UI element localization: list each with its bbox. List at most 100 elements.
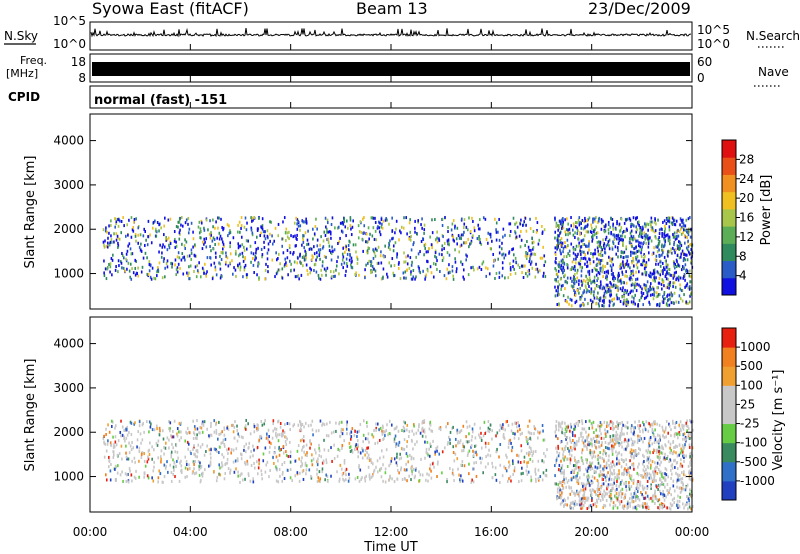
data-point <box>508 222 511 226</box>
data-point <box>143 430 145 434</box>
data-point <box>665 419 668 423</box>
data-point <box>325 269 327 273</box>
data-point <box>234 420 236 424</box>
data-point <box>680 458 682 462</box>
data-point <box>443 247 445 251</box>
data-point <box>642 440 644 444</box>
data-point <box>250 463 253 467</box>
data-point <box>475 461 478 465</box>
data-point <box>116 453 119 457</box>
data-point <box>667 492 669 496</box>
data-point <box>565 255 568 259</box>
data-point <box>122 479 124 483</box>
data-point <box>417 219 420 223</box>
data-point <box>358 429 360 433</box>
data-point <box>321 470 324 474</box>
data-point <box>406 423 409 427</box>
data-point <box>505 453 507 457</box>
data-point <box>109 270 111 274</box>
data-point <box>472 219 474 223</box>
data-point <box>452 274 454 278</box>
data-point <box>144 251 147 255</box>
data-point <box>527 430 530 434</box>
data-point <box>635 225 637 229</box>
data-point <box>319 257 321 261</box>
data-point <box>586 435 588 439</box>
data-point <box>600 221 603 225</box>
data-point <box>635 239 637 243</box>
data-point <box>576 268 579 272</box>
data-point <box>203 420 206 424</box>
data-point <box>682 487 685 491</box>
data-point <box>639 430 641 434</box>
data-point <box>480 268 483 272</box>
data-point <box>570 441 573 445</box>
data-point <box>156 221 159 225</box>
data-point <box>341 473 344 477</box>
data-point <box>591 268 594 272</box>
data-point <box>205 274 207 278</box>
data-point <box>175 444 178 448</box>
data-point <box>429 463 432 467</box>
data-point <box>423 223 426 227</box>
data-point <box>329 232 332 236</box>
data-point <box>594 440 596 444</box>
data-point <box>400 456 403 460</box>
data-point <box>108 231 110 235</box>
data-point <box>578 241 580 245</box>
data-point <box>180 223 182 227</box>
data-point <box>658 457 661 461</box>
data-point <box>611 257 613 261</box>
data-point <box>367 437 369 441</box>
data-point <box>677 275 680 279</box>
data-point <box>240 452 242 456</box>
data-point <box>574 273 576 277</box>
data-point <box>267 242 270 246</box>
data-point <box>479 456 481 460</box>
data-point <box>584 280 587 284</box>
data-point <box>253 430 256 434</box>
data-point <box>157 480 159 484</box>
data-point <box>588 248 590 252</box>
data-point <box>631 463 633 467</box>
data-point <box>240 216 243 220</box>
data-point <box>482 471 484 475</box>
data-point <box>159 243 161 247</box>
data-point <box>558 234 560 238</box>
data-point <box>665 271 668 275</box>
data-point <box>349 445 351 449</box>
data-point <box>252 263 255 267</box>
data-point <box>642 468 645 472</box>
data-point <box>672 440 675 444</box>
data-point <box>612 222 614 226</box>
freq-unit: [MHz] <box>6 67 38 80</box>
data-point <box>688 469 691 473</box>
data-point <box>171 265 173 269</box>
data-point <box>569 231 571 235</box>
data-point <box>638 498 641 502</box>
data-point <box>452 425 454 429</box>
data-point <box>609 300 611 304</box>
data-point <box>447 440 449 444</box>
data-point <box>618 462 621 466</box>
data-point <box>222 455 225 459</box>
data-point <box>114 435 117 439</box>
data-point <box>619 229 621 233</box>
data-point <box>649 271 652 275</box>
data-point <box>621 426 623 430</box>
data-point <box>511 248 513 252</box>
data-point <box>200 230 202 234</box>
data-point <box>344 273 347 277</box>
data-point <box>537 242 540 246</box>
data-point <box>109 265 112 269</box>
data-point <box>647 457 650 461</box>
data-point <box>187 442 190 446</box>
data-point <box>365 240 367 244</box>
data-point <box>664 485 666 489</box>
data-point <box>136 272 138 276</box>
data-point <box>673 501 676 505</box>
data-point <box>646 465 649 469</box>
data-point <box>218 216 220 220</box>
data-point <box>403 216 405 220</box>
data-point <box>138 245 141 249</box>
